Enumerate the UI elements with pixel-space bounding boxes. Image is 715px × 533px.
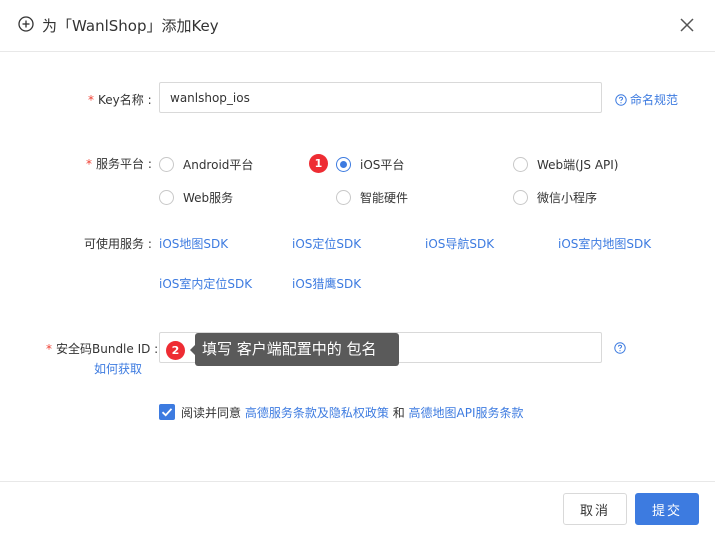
service-ios-indoor-map-sdk[interactable]: iOS室内地图SDK	[558, 235, 651, 252]
radio-smart-hardware[interactable]: 智能硬件	[336, 188, 408, 206]
help-circle-icon[interactable]	[614, 342, 626, 354]
dialog-title: 为「WanlShop」添加Key	[42, 17, 219, 35]
close-icon[interactable]	[679, 17, 695, 33]
api-terms-link[interactable]: 高德地图API服务条款	[409, 406, 524, 420]
check-icon	[161, 408, 173, 417]
radio-web-service[interactable]: Web服务	[159, 188, 233, 206]
step-badge-2: 2	[166, 341, 185, 360]
naming-rules-link[interactable]: 命名规范	[615, 91, 678, 108]
radio-ios[interactable]: iOS平台	[336, 155, 404, 173]
radio-circle-checked	[336, 156, 351, 172]
bundle-id-tooltip: 填写 客户端配置中的 包名	[190, 333, 399, 366]
agreement-text: 阅读并同意 高德服务条款及隐私权政策 和 高德地图API服务条款	[181, 406, 524, 420]
radio-android[interactable]: Android平台	[159, 155, 253, 173]
service-ios-location-sdk[interactable]: iOS定位SDK	[292, 235, 361, 252]
cancel-button[interactable]: 取消	[563, 493, 627, 525]
required-mark: *	[88, 93, 94, 107]
radio-circle	[513, 189, 528, 205]
key-name-label: * Key名称 :	[88, 93, 152, 107]
service-ios-indoor-location-sdk[interactable]: iOS室内定位SDK	[159, 275, 252, 292]
service-ios-navigation-sdk[interactable]: iOS导航SDK	[425, 235, 494, 252]
platform-label: * 服务平台 :	[86, 157, 152, 171]
radio-circle	[159, 156, 174, 172]
step-badge-1: 1	[309, 154, 328, 173]
how-to-get-link[interactable]: 如何获取	[94, 360, 142, 377]
bundle-id-label: * 安全码Bundle ID :	[46, 342, 159, 356]
radio-circle	[336, 189, 351, 205]
radio-web-js[interactable]: Web端(JS API)	[513, 155, 618, 173]
agreement-checkbox[interactable]	[159, 404, 175, 420]
service-ios-map-sdk[interactable]: iOS地图SDK	[159, 235, 228, 252]
help-circle-icon	[615, 94, 627, 106]
terms-privacy-link[interactable]: 高德服务条款及隐私权政策	[245, 406, 389, 420]
services-label: 可使用服务 :	[84, 237, 152, 251]
required-mark: *	[86, 157, 92, 171]
service-ios-falcon-sdk[interactable]: iOS猎鹰SDK	[292, 275, 361, 292]
key-name-input[interactable]	[159, 82, 602, 113]
submit-button[interactable]: 提交	[635, 493, 699, 525]
radio-circle	[159, 189, 174, 205]
radio-circle	[513, 156, 528, 172]
dialog-header: 为「WanlShop」添加Key	[0, 0, 715, 52]
radio-wechat-miniprogram[interactable]: 微信小程序	[513, 188, 597, 206]
required-mark: *	[46, 342, 52, 356]
dialog-footer: 取消 提交	[0, 481, 715, 533]
plus-circle-icon	[18, 16, 34, 32]
